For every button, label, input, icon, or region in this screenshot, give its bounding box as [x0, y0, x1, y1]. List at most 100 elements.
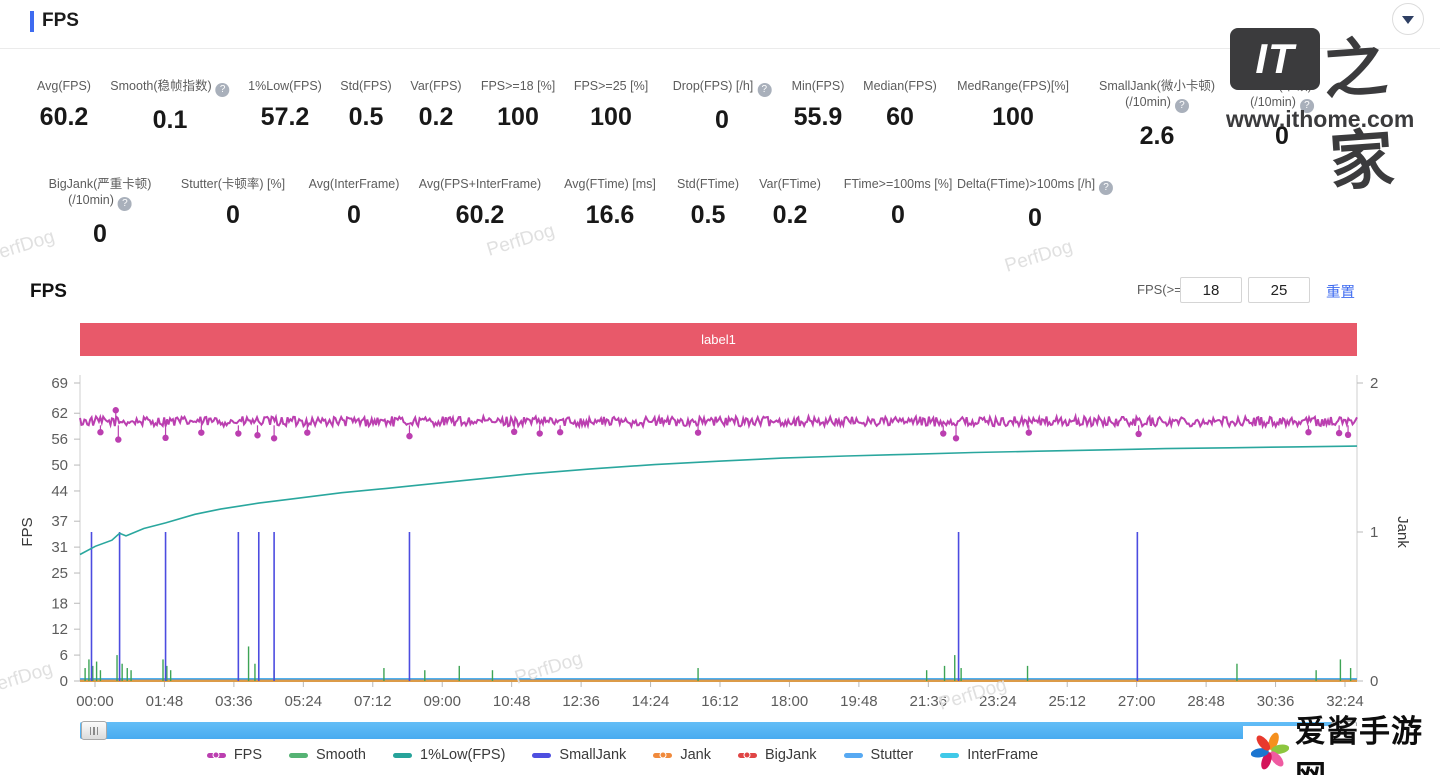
- metric-value: 0.2: [410, 103, 461, 132]
- y-axis-tick-label: 50: [51, 457, 68, 474]
- metric-label: BigJank(严重卡顿) (/10min)?: [49, 176, 152, 211]
- metric-label: Avg(FPS+InterFrame): [419, 176, 541, 192]
- help-icon[interactable]: ?: [1175, 99, 1189, 113]
- legend-marker: [844, 753, 863, 758]
- y-axis-tick-label: 56: [51, 431, 68, 448]
- chevron-down-icon: [1402, 16, 1414, 24]
- x-axis-tick-label: 21:36: [910, 693, 948, 710]
- x-axis-tick-label: 25:12: [1048, 693, 1086, 710]
- help-icon[interactable]: ?: [216, 83, 230, 97]
- x-axis-tick-label: 27:00: [1118, 693, 1156, 710]
- reset-link[interactable]: 重置: [1326, 281, 1355, 302]
- y-axis-tick-label: 12: [51, 621, 68, 638]
- fps-dip-marker: [162, 435, 168, 441]
- metric-value: 100: [481, 103, 555, 132]
- y-axis-tick-label: 44: [51, 483, 68, 500]
- y-axis-tick-label: 31: [51, 539, 68, 556]
- metric-value: 55.9: [792, 103, 845, 132]
- y-axis-tick-label: 18: [51, 595, 68, 612]
- x-axis-tick-label: 07:12: [354, 693, 392, 710]
- metric-jank-10min: Jank(卡顿) (/10min)? 0: [1250, 78, 1314, 151]
- legend-marker: [532, 753, 551, 758]
- legend-item-jank[interactable]: Jank: [653, 747, 711, 763]
- metric-bigjank-10min: BigJank(严重卡顿) (/10min)?0: [49, 176, 152, 249]
- series-1low-line: [80, 446, 1357, 554]
- chart-label-banner: label1: [80, 323, 1357, 356]
- perfdog-fps-panel: FPS Avg(FPS)60.2Smooth(稳帧指数)?0.11%Low(FP…: [0, 0, 1440, 775]
- metric-fps-18-%: FPS>=18 [%]100: [481, 78, 555, 132]
- legend-label: BigJank: [765, 747, 817, 763]
- metric-label: Std(FTime): [677, 176, 739, 192]
- legend-item-1%low-fps-[interactable]: 1%Low(FPS): [393, 747, 505, 763]
- legend-label: 1%Low(FPS): [420, 747, 505, 763]
- metric-label: Jank(卡顿) (/10min)?: [1250, 78, 1314, 113]
- legend-item-interframe[interactable]: InterFrame: [940, 747, 1038, 763]
- fps-threshold-label: FPS(>=): [1137, 282, 1186, 297]
- aijiang-logo: 爱酱手游网: [1243, 726, 1440, 775]
- perfdog-watermark: PerfDog: [1002, 236, 1075, 277]
- legend-marker: [207, 753, 226, 758]
- help-icon[interactable]: ?: [757, 83, 771, 97]
- chart-section-title: FPS: [30, 281, 67, 303]
- right-axis-title: Jank: [1394, 516, 1411, 548]
- fps-dip-marker: [406, 433, 412, 439]
- left-axis-title: FPS: [19, 517, 36, 546]
- x-axis-tick-label: 05:24: [285, 693, 323, 710]
- fps-dip-marker: [537, 430, 543, 436]
- metric-avg-ftime-ms: Avg(FTime) [ms]16.6: [564, 176, 656, 230]
- help-icon[interactable]: ?: [118, 197, 132, 211]
- metric-value: 0.5: [340, 103, 391, 132]
- metric-value: 0.5: [677, 201, 739, 230]
- pinwheel-icon: [1251, 729, 1289, 773]
- x-axis-tick-label: 30:36: [1257, 693, 1295, 710]
- metric-label: Smooth(稳帧指数)?: [110, 78, 229, 97]
- legend-item-smalljank[interactable]: SmallJank: [532, 747, 626, 763]
- metric-label: Var(FTime): [759, 176, 821, 192]
- fps-dip-marker: [557, 429, 563, 435]
- metric-label: Var(FPS): [410, 78, 461, 94]
- metric-value: 100: [957, 103, 1069, 132]
- scrollbar-left-handle[interactable]: [81, 721, 107, 740]
- legend-label: FPS: [234, 747, 262, 763]
- metric-delta-ftime-100ms-h: Delta(FTime)>100ms [/h]?0: [957, 176, 1113, 233]
- collapse-button[interactable]: [1392, 3, 1424, 35]
- legend-item-stutter[interactable]: Stutter: [844, 747, 914, 763]
- fps-dip-marker: [1345, 432, 1351, 438]
- fps-threshold-input-2[interactable]: [1248, 277, 1310, 303]
- metric-label: Avg(InterFrame): [309, 176, 400, 192]
- metric-value: 0: [957, 204, 1113, 233]
- legend-item-smooth[interactable]: Smooth: [289, 747, 366, 763]
- jank-axis-tick-label: 1: [1370, 524, 1378, 541]
- fps-dip-marker: [254, 432, 260, 438]
- fps-dip-marker: [1336, 430, 1342, 436]
- metric-value: 0.1: [110, 106, 229, 135]
- fps-threshold-input-1[interactable]: [1180, 277, 1242, 303]
- metric-label: Stutter(卡顿率) [%]: [181, 176, 285, 192]
- help-icon[interactable]: ?: [1300, 99, 1314, 113]
- y-axis-tick-label: 62: [51, 405, 68, 422]
- x-axis-tick-label: 10:48: [493, 693, 531, 710]
- metric-value: 0: [1250, 122, 1314, 151]
- metric-label: MedRange(FPS)[%]: [957, 78, 1069, 94]
- legend-item-bigjank[interactable]: BigJank: [738, 747, 817, 763]
- legend-item-fps[interactable]: FPS: [207, 747, 262, 763]
- chart-scrollbar-track[interactable]: [80, 722, 1357, 739]
- fps-dip-marker: [1305, 429, 1311, 435]
- metric-drop-fps-h: Drop(FPS) [/h]?0: [673, 78, 772, 135]
- help-icon[interactable]: ?: [1099, 181, 1113, 195]
- fps-dip-marker: [304, 429, 310, 435]
- metric-avg-fps-interframe: Avg(FPS+InterFrame)60.2: [419, 176, 541, 230]
- fps-dip-marker: [115, 436, 121, 442]
- fps-dip-marker: [1026, 429, 1032, 435]
- fps-dip-marker: [953, 435, 959, 441]
- fps-dip-marker: [235, 430, 241, 436]
- fps-dip-marker: [1135, 431, 1141, 437]
- chart-legend: FPS Smooth 1%Low(FPS) SmallJank Jank BigJank S…: [0, 747, 1245, 763]
- x-axis-tick-label: 00:00: [76, 693, 114, 710]
- x-axis-tick-label: 19:48: [840, 693, 878, 710]
- metric-smalljank-10min: SmallJank(微小卡顿) (/10min)?2.6: [1099, 78, 1215, 151]
- fps-dip-marker: [113, 407, 119, 413]
- legend-marker: [653, 753, 672, 758]
- legend-marker: [940, 753, 959, 758]
- x-axis-tick-label: 23:24: [979, 693, 1017, 710]
